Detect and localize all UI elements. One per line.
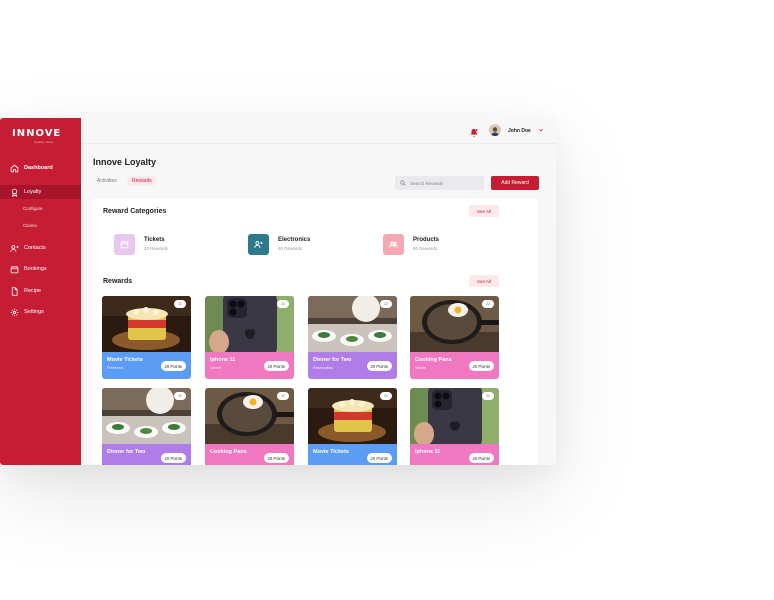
reward-card[interactable]: 22 Iphone 11 Secret 20 Points — [205, 296, 294, 379]
sidebar-item-settings[interactable]: Settings — [0, 305, 81, 319]
reward-info: Dinner for Two 20 Points — [102, 444, 191, 465]
sidebar-subitem-configure[interactable]: Configure — [23, 206, 43, 211]
tab-activities[interactable]: Activities — [97, 176, 117, 186]
bell-icon[interactable] — [469, 125, 479, 137]
gear-icon — [9, 307, 19, 317]
contacts-icon — [9, 243, 19, 253]
sidebar-item-label: Recipe — [24, 288, 42, 294]
award-icon — [9, 187, 19, 197]
sidebar: INNOVE loyalty suite Dashboard Loyalty C… — [0, 118, 81, 465]
category-name: Electronics — [278, 237, 311, 243]
reward-photo-pan: 22 — [205, 388, 294, 444]
sidebar-item-dashboard[interactable]: Dashboard — [0, 161, 81, 175]
reward-badge: 22 — [482, 392, 494, 400]
reward-points: 20 Points — [160, 361, 186, 371]
user-name[interactable]: John Doe — [508, 128, 531, 134]
reward-photo-dinner: 22 — [102, 388, 191, 444]
category-name: Tickets — [144, 237, 165, 243]
reward-info: Cooking Pans 20 Points — [205, 444, 294, 465]
reward-points: 20 Points — [468, 361, 494, 371]
reward-info: Movie Tickets Preferred 20 Points — [102, 352, 191, 379]
reward-photo-pan: 22 — [410, 296, 499, 352]
search-icon — [400, 180, 406, 186]
sidebar-item-bookings[interactable]: Bookings — [0, 262, 81, 276]
content-panel: Reward Categories See All Tickets 20 Rew… — [93, 198, 538, 465]
reward-card[interactable]: 22 Dinner for Two Reservation 20 Points — [308, 296, 397, 379]
reward-points: 20 Points — [263, 361, 289, 371]
reward-photo-popcorn: 22 — [102, 296, 191, 352]
search-input[interactable]: Search Rewards — [395, 176, 484, 190]
users-icon — [383, 233, 404, 255]
sidebar-item-loyalty[interactable]: Loyalty — [0, 185, 81, 199]
reward-badge: 22 — [380, 300, 392, 308]
reward-card[interactable]: 22 Movie Tickets 20 Points — [308, 388, 397, 465]
reward-categories-title: Reward Categories — [103, 208, 167, 215]
reward-badge: 22 — [174, 300, 186, 308]
brand-logo: INNOVE — [12, 128, 62, 139]
brand-logo-sub: loyalty suite — [34, 140, 54, 144]
category-name: Products — [413, 237, 440, 243]
see-all-categories-button[interactable]: See All — [469, 205, 499, 217]
reward-photo-phone: 22 — [205, 296, 294, 352]
sidebar-item-label: Contacts — [24, 245, 46, 251]
sidebar-item-label: Bookings — [24, 266, 47, 272]
sidebar-subitem-claims[interactable]: Claims — [23, 223, 37, 228]
rewards-title: Rewards — [103, 278, 133, 285]
search-placeholder: Search Rewards — [410, 180, 444, 186]
file-icon — [9, 286, 19, 296]
reward-photo-popcorn: 22 — [308, 388, 397, 444]
category-count: 20 Rewards — [144, 246, 169, 251]
avatar[interactable] — [489, 124, 501, 136]
reward-info: Cooking Pans Secret 20 Points — [410, 352, 499, 379]
sidebar-item-contacts[interactable]: Contacts — [0, 241, 81, 255]
category-card-tickets[interactable]: Tickets 20 Rewards — [105, 226, 231, 262]
reward-card[interactable]: 22 Cooking Pans 20 Points — [205, 388, 294, 465]
sidebar-item-label: Settings — [24, 309, 44, 315]
category-count: 50 Rewards — [278, 246, 303, 251]
reward-info: Iphone 11 20 Points — [410, 444, 499, 465]
category-count: 80 Rewards — [413, 246, 438, 251]
reward-points: 20 Points — [468, 453, 494, 463]
reward-points: 20 Points — [160, 453, 186, 463]
reward-photo-phone: 22 — [410, 388, 499, 444]
reward-badge: 22 — [277, 300, 289, 308]
reward-card[interactable]: 22 Cooking Pans Secret 20 Points — [410, 296, 499, 379]
reward-card[interactable]: 22 Iphone 11 20 Points — [410, 388, 499, 465]
calendar-icon — [114, 233, 135, 255]
reward-points: 20 Points — [263, 453, 289, 463]
reward-photo-dinner: 22 — [308, 296, 397, 352]
category-card-electronics[interactable]: Electronics 50 Rewards — [239, 226, 365, 262]
reward-card[interactable]: 22 Movie Tickets Preferred 20 Points — [102, 296, 191, 379]
reward-badge: 22 — [174, 392, 186, 400]
user-plus-icon — [248, 233, 269, 255]
add-reward-button[interactable]: Add Reward — [491, 176, 539, 190]
reward-badge: 22 — [277, 392, 289, 400]
sidebar-item-recipe[interactable]: Recipe — [0, 284, 81, 298]
tab-rewards[interactable]: Rewards — [127, 176, 157, 186]
reward-badge: 22 — [380, 392, 392, 400]
page-title: Innove Loyalty — [93, 157, 157, 167]
top-bar: John Doe — [81, 118, 556, 144]
sidebar-item-label: Loyalty — [24, 189, 42, 195]
reward-badge: 22 — [482, 300, 494, 308]
reward-card[interactable]: 22 Dinner for Two 20 Points — [102, 388, 191, 465]
home-icon — [9, 163, 19, 173]
calendar-icon — [9, 264, 19, 274]
chevron-down-icon[interactable] — [538, 127, 544, 135]
reward-info: Movie Tickets 20 Points — [308, 444, 397, 465]
sidebar-item-label: Dashboard — [24, 165, 53, 171]
reward-points: 20 Points — [366, 361, 392, 371]
main-content: John Doe Innove Loyalty Activities Rewar… — [81, 118, 556, 465]
category-card-products[interactable]: Products 80 Rewards — [374, 226, 500, 262]
see-all-rewards-button[interactable]: See All — [469, 275, 499, 287]
reward-points: 20 Points — [366, 453, 392, 463]
reward-info: Dinner for Two Reservation 20 Points — [308, 352, 397, 379]
reward-info: Iphone 11 Secret 20 Points — [205, 352, 294, 379]
